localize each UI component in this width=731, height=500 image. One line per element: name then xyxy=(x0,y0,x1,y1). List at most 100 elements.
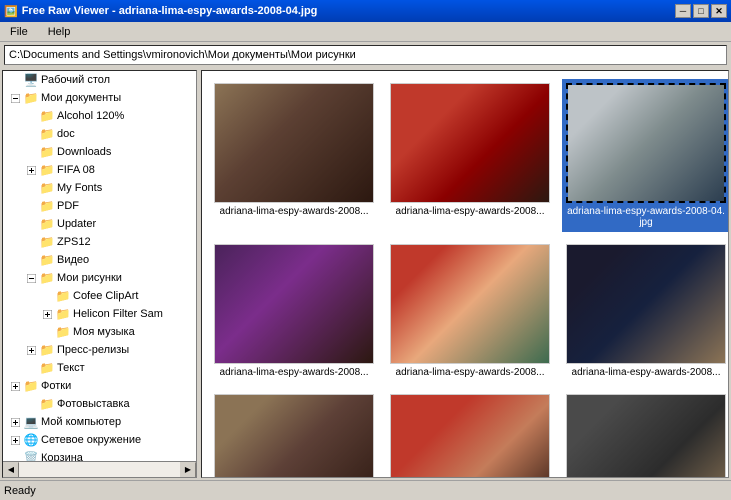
thumbnail-grid: adriana-lima-espy-awards-2008...adriana-… xyxy=(202,71,728,477)
scroll-left-arrow[interactable]: ◀ xyxy=(3,462,19,478)
folder-icon: 📁 xyxy=(39,234,55,250)
tree-item-label: Updater xyxy=(55,218,96,230)
tree-item[interactable]: 📁Alcohol 120% xyxy=(3,107,196,125)
tree-item[interactable]: 📁ZPS12 xyxy=(3,233,196,251)
thumbnail-item[interactable]: adriana-lima-espy-awards-2008... xyxy=(562,240,728,382)
thumbnail-label: adriana-lima-espy-awards-2008... xyxy=(220,206,369,217)
app-icon: 🖼️ xyxy=(4,5,18,18)
tree-item-label: Мои документы xyxy=(39,92,121,104)
tree-expand-icon[interactable] xyxy=(23,342,39,358)
menu-help[interactable]: Help xyxy=(42,24,77,40)
thumbnail-item[interactable]: adriana-lima-espy-awards-2008... xyxy=(562,390,728,477)
tree-expand-icon[interactable] xyxy=(7,90,23,106)
folder-icon: 📁 xyxy=(39,270,55,286)
tree-scroll[interactable]: 🖥️Рабочий стол📁Мои документы 📁Alcohol 12… xyxy=(3,71,196,461)
tree-item[interactable]: 📁FIFA 08 xyxy=(3,161,196,179)
horizontal-scrollbar[interactable]: ◀ ▶ xyxy=(3,461,196,477)
tree-expand-icon[interactable] xyxy=(7,414,23,430)
tree-item[interactable]: 📁PDF xyxy=(3,197,196,215)
tree-expand-icon[interactable] xyxy=(7,378,23,394)
thumbnail-label: adriana-lima-espy-awards-2008... xyxy=(572,367,721,378)
content-scroll[interactable]: adriana-lima-espy-awards-2008...adriana-… xyxy=(202,71,728,477)
photo-placeholder xyxy=(567,395,725,477)
thumbnail-item[interactable]: adriana-lima-espy-awards-2008... xyxy=(210,390,378,477)
tree-expand-icon xyxy=(7,72,23,88)
tree-expand-icon xyxy=(23,108,39,124)
folder-icon: 📁 xyxy=(39,144,55,160)
maximize-button[interactable]: □ xyxy=(693,4,709,18)
tree-item[interactable]: 📁Downloads xyxy=(3,143,196,161)
tree-item[interactable]: 📁Фотовыставка xyxy=(3,395,196,413)
photo-placeholder xyxy=(215,245,373,363)
folder-icon: 🗑️ xyxy=(23,450,39,461)
tree-expand-icon[interactable] xyxy=(23,162,39,178)
tree-item[interactable]: 📁Текст xyxy=(3,359,196,377)
h-scroll-track[interactable] xyxy=(19,462,180,477)
menu-file[interactable]: File xyxy=(4,24,34,40)
tree-item[interactable]: 📁Видео xyxy=(3,251,196,269)
thumbnail-item[interactable]: adriana-lima-espy-awards-2008... xyxy=(210,240,378,382)
folder-icon: 📁 xyxy=(39,198,55,214)
tree-expand-icon[interactable] xyxy=(7,432,23,448)
tree-item[interactable]: 🗑️Корзина xyxy=(3,449,196,461)
tree-item[interactable]: 📁Cofee ClipArt xyxy=(3,287,196,305)
tree-expand-icon xyxy=(23,396,39,412)
tree-item[interactable]: 📁Пресс-релизы xyxy=(3,341,196,359)
folder-icon: 📁 xyxy=(39,396,55,412)
folder-icon: 📁 xyxy=(39,126,55,142)
tree-expand-icon xyxy=(23,234,39,250)
thumbnail-item[interactable]: adriana-lima-espy-awards-2008-04.jpg xyxy=(562,79,728,232)
address-input[interactable] xyxy=(4,45,727,65)
tree-expand-icon[interactable] xyxy=(23,270,39,286)
folder-icon: 🌐 xyxy=(23,432,39,448)
photo-placeholder xyxy=(215,395,373,477)
thumbnail-image xyxy=(214,394,374,477)
tree-item-label: Пресс-релизы xyxy=(55,344,129,356)
tree-item[interactable]: 📁Фотки xyxy=(3,377,196,395)
folder-icon: 📁 xyxy=(23,378,39,394)
thumbnail-label: adriana-lima-espy-awards-2008... xyxy=(396,367,545,378)
tree-item-label: Моя музыка xyxy=(71,326,135,338)
tree-item[interactable]: 📁Helicon Filter Sam xyxy=(3,305,196,323)
photo-placeholder xyxy=(391,84,549,202)
thumbnail-item[interactable]: adriana-lima-espy-awards-2008... xyxy=(386,390,554,477)
thumbnail-item[interactable]: adriana-lima-espy-awards-2008... xyxy=(210,79,378,232)
folder-icon: 📁 xyxy=(39,162,55,178)
thumbnail-item[interactable]: adriana-lima-espy-awards-2008... xyxy=(386,79,554,232)
photo-placeholder xyxy=(391,245,549,363)
tree-item[interactable]: 📁doc xyxy=(3,125,196,143)
close-button[interactable]: ✕ xyxy=(711,4,727,18)
tree-expand-icon[interactable] xyxy=(39,306,55,322)
tree-item[interactable]: 📁Мои документы xyxy=(3,89,196,107)
minimize-button[interactable]: ─ xyxy=(675,4,691,18)
status-bar: Ready xyxy=(0,480,731,500)
tree-item[interactable]: 🖥️Рабочий стол xyxy=(3,71,196,89)
folder-icon: 📁 xyxy=(39,180,55,196)
photo-placeholder xyxy=(568,85,724,201)
folder-icon: 📁 xyxy=(39,360,55,376)
thumbnail-image xyxy=(214,83,374,203)
tree-item[interactable]: 🌐Сетевое окружение xyxy=(3,431,196,449)
tree-panel: 🖥️Рабочий стол📁Мои документы 📁Alcohol 12… xyxy=(2,70,197,478)
thumbnail-item[interactable]: adriana-lima-espy-awards-2008... xyxy=(386,240,554,382)
tree-expand-icon xyxy=(23,360,39,376)
tree-item[interactable]: 💻Мой компьютер xyxy=(3,413,196,431)
folder-icon: 💻 xyxy=(23,414,39,430)
title-bar-title: 🖼️ Free Raw Viewer - adriana-lima-espy-a… xyxy=(4,5,317,18)
thumbnail-image xyxy=(390,244,550,364)
tree-item[interactable]: 📁Updater xyxy=(3,215,196,233)
tree-item[interactable]: 📁Моя музыка xyxy=(3,323,196,341)
content-panel: adriana-lima-espy-awards-2008...adriana-… xyxy=(201,70,729,478)
tree-item-label: My Fonts xyxy=(55,182,102,194)
thumbnail-image xyxy=(390,83,550,203)
tree-item-label: doc xyxy=(55,128,75,140)
folder-icon: 📁 xyxy=(39,216,55,232)
tree-item[interactable]: 📁My Fonts xyxy=(3,179,196,197)
folder-icon: 🖥️ xyxy=(23,72,39,88)
thumbnail-label: adriana-lima-espy-awards-2008-04.jpg xyxy=(566,206,726,228)
scroll-right-arrow[interactable]: ▶ xyxy=(180,462,196,478)
tree-item[interactable]: 📁Мои рисунки xyxy=(3,269,196,287)
tree-expand-icon xyxy=(39,324,55,340)
folder-icon: 📁 xyxy=(39,342,55,358)
tree-item-label: Helicon Filter Sam xyxy=(71,308,163,320)
